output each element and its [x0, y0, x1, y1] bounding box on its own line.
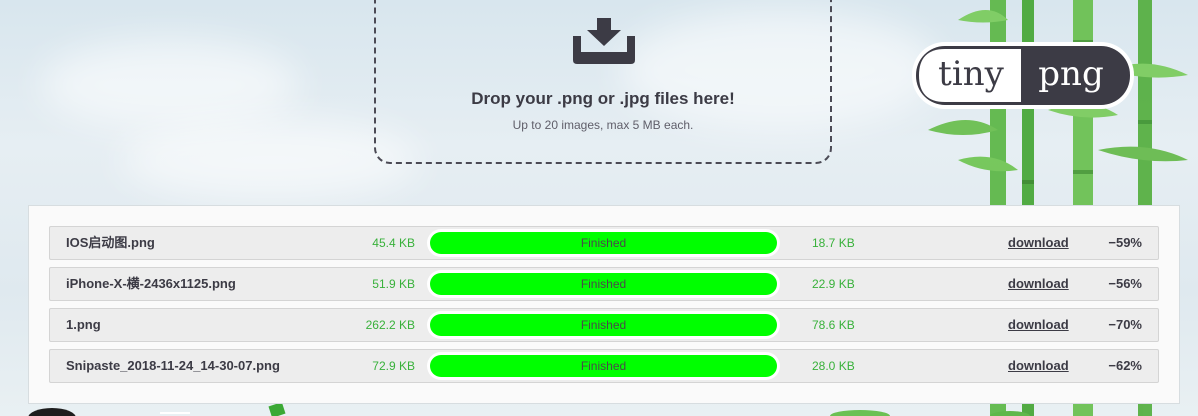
file-row: 1.png 262.2 KB Finished 78.6 KB download… — [49, 308, 1159, 342]
saving-percent: −59% — [1108, 235, 1142, 250]
original-size: 262.2 KB — [365, 318, 415, 332]
download-link[interactable]: download — [1008, 350, 1069, 382]
progress-fill: Finished — [430, 314, 777, 336]
saving-percent: −70% — [1108, 317, 1142, 332]
logo-tiny-text: tiny — [938, 54, 1004, 94]
file-row: IOS启动图.png 45.4 KB Finished 18.7 KB down… — [49, 226, 1159, 260]
results-panel: IOS启动图.png 45.4 KB Finished 18.7 KB down… — [28, 205, 1180, 404]
progress-status: Finished — [580, 277, 627, 291]
file-name: iPhone-X-横-2436x1125.png — [66, 276, 236, 291]
progress-status: Finished — [580, 359, 627, 373]
saving-percent: −56% — [1108, 276, 1142, 291]
download-link[interactable]: download — [1008, 268, 1069, 300]
progress-status: Finished — [580, 318, 627, 332]
progress-bar: Finished — [427, 270, 780, 298]
progress-fill: Finished — [430, 355, 777, 377]
progress-status: Finished — [580, 236, 627, 250]
saving-percent: −62% — [1108, 358, 1142, 373]
drop-zone-title: Drop your .png or .jpg files here! — [471, 89, 735, 108]
bottom-decoration — [28, 404, 1030, 416]
progress-bar: Finished — [427, 229, 780, 257]
download-link[interactable]: download — [1008, 309, 1069, 341]
file-drop-zone[interactable]: Drop your .png or .jpg files here! Up to… — [374, 0, 832, 164]
original-size: 45.4 KB — [372, 236, 415, 250]
file-row: iPhone-X-横-2436x1125.png 51.9 KB Finishe… — [49, 267, 1159, 301]
drop-zone-subtitle: Up to 20 images, max 5 MB each. — [512, 118, 694, 132]
compressed-size: 28.0 KB — [812, 359, 855, 373]
original-size: 72.9 KB — [372, 359, 415, 373]
progress-fill: Finished — [430, 273, 777, 295]
cloud-decoration — [40, 40, 300, 130]
compressed-size: 78.6 KB — [812, 318, 855, 332]
download-tray-icon — [573, 18, 635, 64]
tinypng-logo: tiny png — [912, 42, 1134, 109]
file-name: 1.png — [66, 317, 101, 332]
progress-fill: Finished — [430, 232, 777, 254]
compressed-size: 22.9 KB — [812, 277, 855, 291]
file-name: Snipaste_2018-11-24_14-30-07.png — [66, 358, 280, 373]
compressed-size: 18.7 KB — [812, 236, 855, 250]
progress-bar: Finished — [427, 311, 780, 339]
logo-png-text: png — [1038, 54, 1103, 94]
file-row: Snipaste_2018-11-24_14-30-07.png 72.9 KB… — [49, 349, 1159, 383]
progress-bar: Finished — [427, 352, 780, 380]
original-size: 51.9 KB — [372, 277, 415, 291]
file-name: IOS启动图.png — [66, 235, 155, 250]
download-link[interactable]: download — [1008, 227, 1069, 259]
